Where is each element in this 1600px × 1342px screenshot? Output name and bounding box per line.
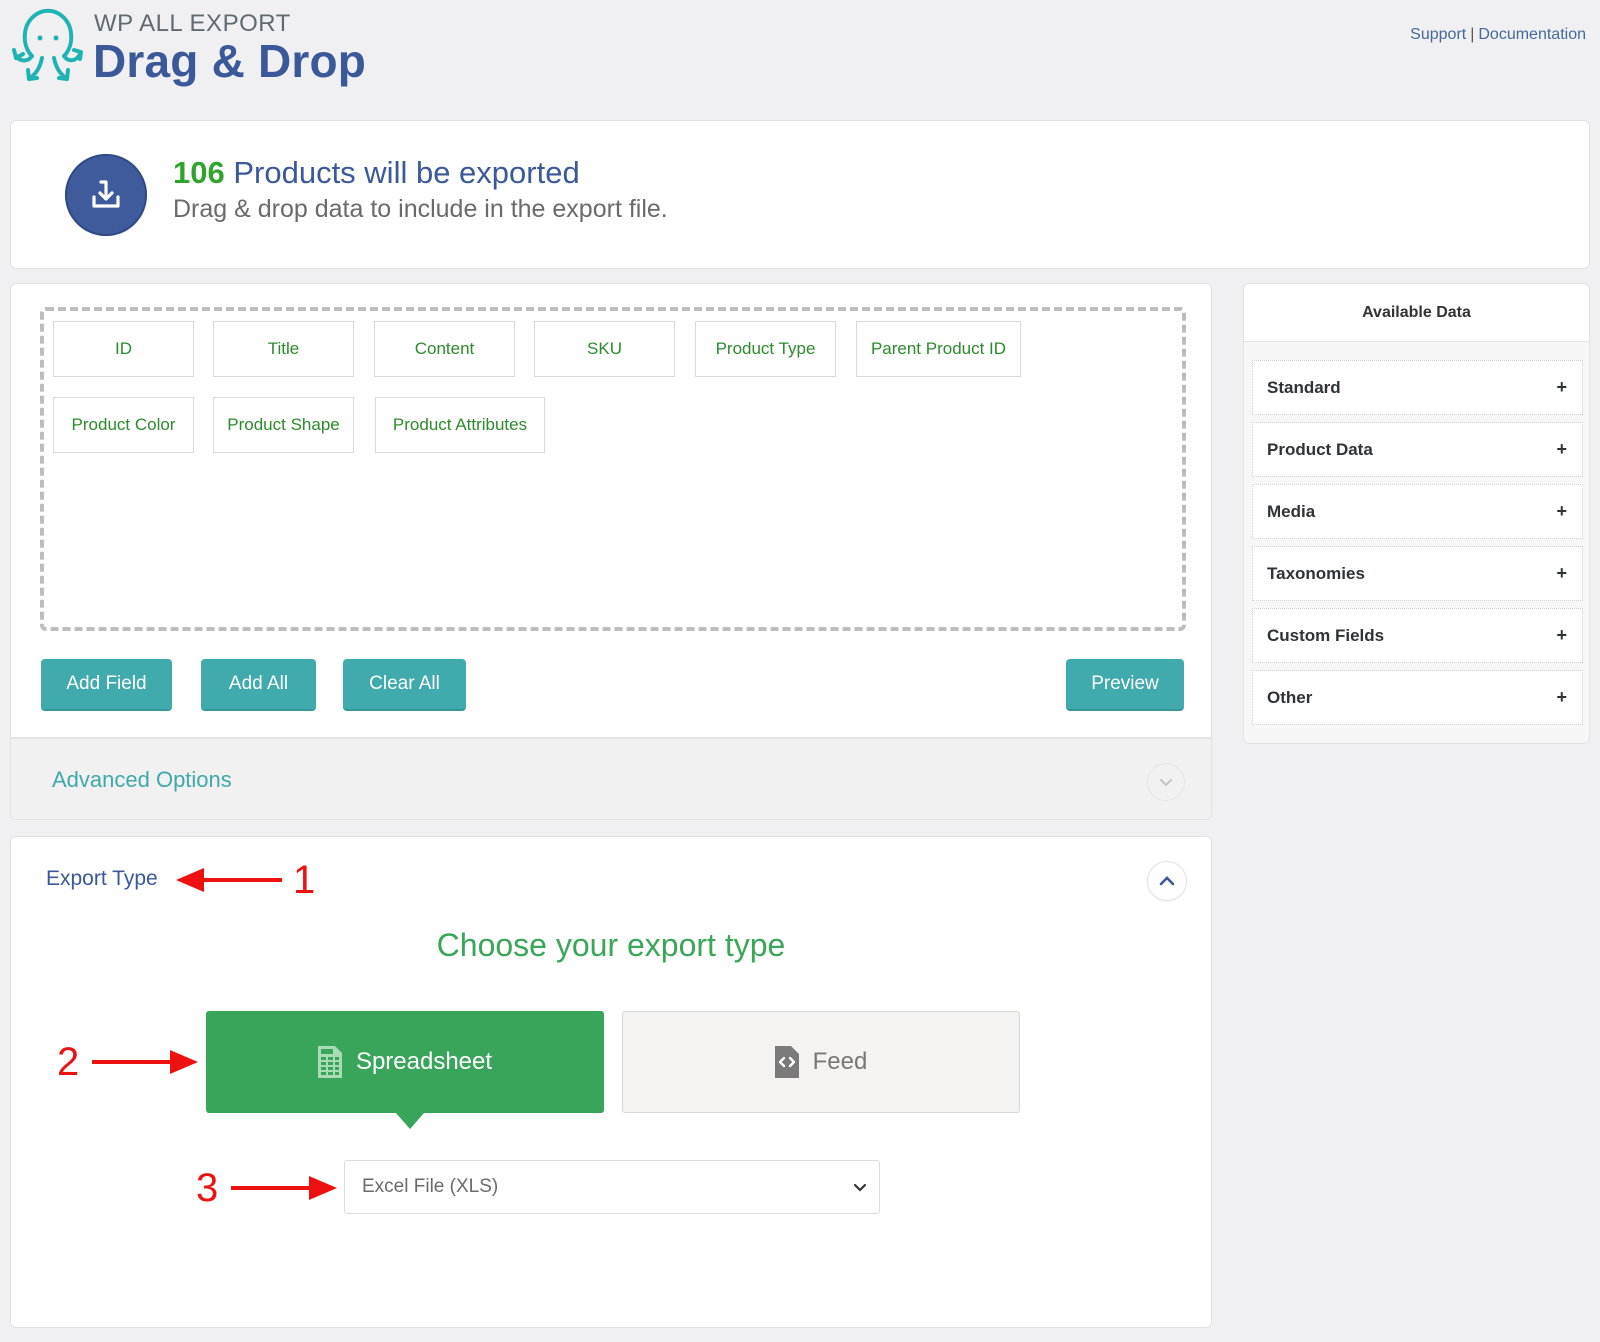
sidebar-section-label: Other (1267, 687, 1313, 707)
expand-plus-icon[interactable]: + (1556, 687, 1567, 708)
annotation-arrowhead-2 (170, 1050, 198, 1074)
annotation-label-3: 3 (196, 1166, 219, 1210)
sidebar-section[interactable]: Product Data + (1252, 422, 1583, 477)
expand-plus-icon[interactable]: + (1556, 439, 1567, 460)
annotation-label-2: 2 (57, 1040, 80, 1084)
sidebar-section[interactable]: Standard + (1252, 360, 1583, 415)
sidebar-section[interactable]: Media + (1252, 484, 1583, 539)
available-data-panel: Available Data Standard + Product Data + Med… (1243, 283, 1590, 744)
expand-plus-icon[interactable]: + (1556, 501, 1567, 522)
annotation-label-1: 1 (293, 858, 316, 902)
annotation-arrowhead-3 (309, 1176, 337, 1200)
available-data-title: Available Data (1244, 284, 1589, 342)
expand-plus-icon[interactable]: + (1556, 563, 1567, 584)
expand-plus-icon[interactable]: + (1556, 625, 1567, 646)
sidebar-section-label: Standard (1267, 377, 1341, 397)
sidebar-section[interactable]: Taxonomies + (1252, 546, 1583, 601)
expand-plus-icon[interactable]: + (1556, 377, 1567, 398)
sidebar-section-label: Media (1267, 501, 1316, 521)
sidebar-section-label: Taxonomies (1267, 563, 1365, 583)
sidebar-section-label: Product Data (1267, 439, 1373, 459)
sidebar-section[interactable]: Other + (1252, 670, 1583, 725)
sidebar-section-label: Custom Fields (1267, 625, 1385, 645)
sidebar-section[interactable]: Custom Fields + (1252, 608, 1583, 663)
annotation-arrowhead-1 (176, 868, 204, 892)
